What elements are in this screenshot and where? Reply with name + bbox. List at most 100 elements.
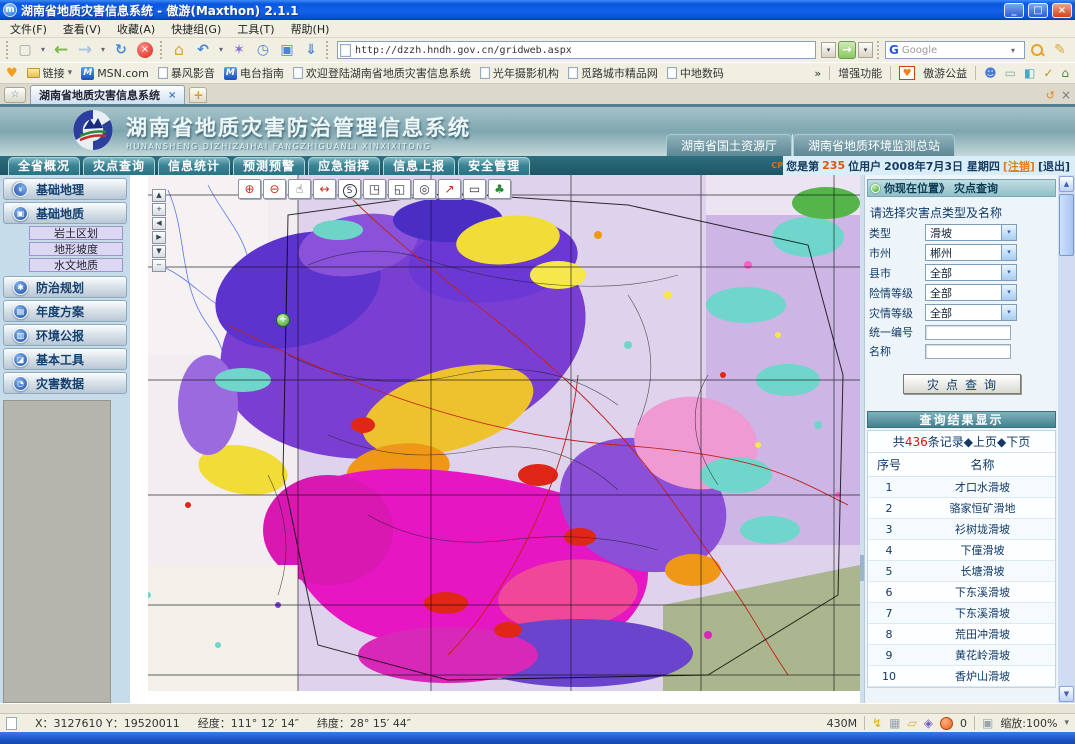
close-button[interactable]: × bbox=[1052, 3, 1072, 18]
table-row[interactable]: 1才口水滑坡 bbox=[868, 477, 1055, 498]
page-scrollbar[interactable]: ▲ ▼ bbox=[1058, 175, 1075, 703]
search-box[interactable]: G Google ▾ bbox=[885, 41, 1025, 59]
table-row[interactable]: 10香炉山滑坡 bbox=[868, 666, 1055, 687]
address-bar[interactable]: http://dzzh.hndh.gov.cn/gridweb.aspx bbox=[337, 41, 816, 59]
select-rect-button[interactable]: ◱ bbox=[388, 179, 411, 199]
sidebar-item-disaster-data[interactable]: ◔ 灾害数据 bbox=[3, 372, 127, 394]
nav-tab-disaster-query[interactable]: 灾点查询 bbox=[83, 157, 155, 175]
exit-link[interactable]: [退出] bbox=[1038, 158, 1070, 174]
new-page-dropdown-icon[interactable]: ▾ bbox=[38, 40, 48, 60]
layer-tree-button[interactable]: ♣ bbox=[488, 179, 511, 199]
window-panel-icon[interactable]: ▣ bbox=[276, 40, 298, 60]
name-input[interactable] bbox=[925, 344, 1011, 359]
bookmark-guangnian[interactable]: 光年摄影机构 bbox=[480, 65, 559, 81]
flash-icon[interactable]: ↯ bbox=[872, 716, 882, 730]
query-button[interactable]: 灾点查询 bbox=[903, 374, 1021, 394]
link-geo-monitoring[interactable]: 湖南省地质环境监测总站 bbox=[793, 134, 955, 156]
link-land-resources[interactable]: 湖南省国土资源厅 bbox=[666, 134, 792, 156]
signature-icon[interactable]: ✓ bbox=[1043, 66, 1053, 80]
pan-left-button[interactable]: ◀ bbox=[152, 217, 166, 230]
tabbar-close-icon[interactable]: × bbox=[1061, 88, 1071, 102]
next-page-link[interactable]: ◆下页 bbox=[997, 433, 1030, 450]
bookmark-zhongdi[interactable]: 中地数码 bbox=[667, 65, 724, 81]
toolbar-grip[interactable] bbox=[6, 41, 10, 59]
scroll-down-button[interactable]: ▼ bbox=[1059, 686, 1074, 702]
logout-link[interactable]: [注销] bbox=[1003, 158, 1035, 174]
zoom-out-button[interactable]: ⊖ bbox=[263, 179, 286, 199]
menu-file[interactable]: 文件(F) bbox=[10, 21, 47, 37]
scroll-up-button[interactable]: ▲ bbox=[1059, 176, 1074, 192]
nav-tab-emergency[interactable]: 应急指挥 bbox=[308, 157, 380, 175]
blocked-counter-icon[interactable] bbox=[940, 717, 953, 730]
history-clock-icon[interactable]: ◷ bbox=[252, 40, 274, 60]
chevron-down-icon[interactable]: ▾ bbox=[1001, 285, 1016, 300]
zoom-select-button[interactable]: ◎ bbox=[413, 179, 436, 199]
chevron-down-icon[interactable]: ▾ bbox=[1001, 305, 1016, 320]
table-row[interactable]: 4下僮滑坡 bbox=[868, 540, 1055, 561]
measure-line-button[interactable]: ↗ bbox=[438, 179, 461, 199]
sidebar-item-basic-geology[interactable]: ▣ 基础地质 bbox=[3, 202, 127, 224]
measure-distance-button[interactable]: ↔ bbox=[313, 179, 336, 199]
sidebar-item-env-bulletin[interactable]: ▥ 环境公报 bbox=[3, 324, 127, 346]
highlighter-icon[interactable]: ✎ bbox=[1049, 40, 1071, 60]
back-icon[interactable]: ← bbox=[50, 40, 72, 60]
zoom-pages-icon[interactable]: ▣ bbox=[982, 716, 993, 730]
sub-item-rock-zoning[interactable]: 岩土区划 bbox=[29, 226, 123, 240]
go-button[interactable]: → bbox=[838, 41, 856, 59]
zoom-dropdown-icon[interactable]: ▾ bbox=[1064, 718, 1069, 728]
bookmark-milu[interactable]: 觅路城市精品网 bbox=[568, 65, 658, 81]
menu-view[interactable]: 查看(V) bbox=[63, 21, 101, 37]
search-icon[interactable] bbox=[1031, 44, 1043, 56]
table-row[interactable]: 8荒田冲滑坡 bbox=[868, 624, 1055, 645]
site-icon[interactable]: ⌂ bbox=[1061, 66, 1069, 80]
city-select[interactable]: 郴州▾ bbox=[925, 244, 1017, 261]
forward-icon[interactable]: → bbox=[74, 40, 96, 60]
sidebar-item-annual-plan[interactable]: ▤ 年度方案 bbox=[3, 300, 127, 322]
new-tab-button[interactable]: + bbox=[189, 87, 207, 103]
bookmarks-overflow[interactable]: » bbox=[814, 67, 821, 80]
undo-icon[interactable]: ↶ bbox=[192, 40, 214, 60]
favorites-star-button[interactable]: ☆ bbox=[4, 87, 26, 103]
sidebar-item-prevention-plan[interactable]: ✱ 防治规划 bbox=[3, 276, 127, 298]
printer-icon[interactable]: ▦ bbox=[889, 716, 900, 730]
table-row[interactable]: 2骆家恒矿滑地 bbox=[868, 498, 1055, 519]
filler-wand-icon[interactable]: ✶ bbox=[228, 40, 250, 60]
go-dropdown-button[interactable]: ▾ bbox=[858, 42, 873, 58]
home-icon[interactable]: ⌂ bbox=[168, 40, 190, 60]
restore-button[interactable]: □ bbox=[1028, 3, 1048, 18]
table-row[interactable]: 5长塘滑坡 bbox=[868, 561, 1055, 582]
download-icon[interactable]: ⇓ bbox=[300, 40, 322, 60]
sub-item-terrain-slope[interactable]: 地形坡度 bbox=[29, 242, 123, 256]
menu-tools[interactable]: 工具(T) bbox=[237, 21, 274, 37]
menu-favorites[interactable]: 收藏(A) bbox=[117, 21, 155, 37]
map-marker-icon[interactable]: + bbox=[276, 313, 290, 327]
sub-item-hydrogeology[interactable]: 水文地质 bbox=[29, 258, 123, 272]
bookmark-hunan-geo[interactable]: 欢迎登陆湖南省地质灾害信息系统 bbox=[293, 65, 471, 81]
disaster-level-select[interactable]: 全部▾ bbox=[925, 304, 1017, 321]
county-select[interactable]: 全部▾ bbox=[925, 264, 1017, 281]
chevron-down-icon[interactable]: ▾ bbox=[1001, 225, 1016, 240]
table-row[interactable]: 6下东溪滑坡 bbox=[868, 582, 1055, 603]
reopen-tab-icon[interactable]: ↺ bbox=[1046, 89, 1055, 102]
bookmark-msn[interactable]: MMSN.com bbox=[81, 67, 149, 80]
scrollbar-thumb[interactable] bbox=[1059, 194, 1074, 256]
window-titlebar[interactable]: m 湖南省地质灾害信息系统 - 傲游(Maxthon) 2.1.1 _ □ × bbox=[0, 0, 1075, 20]
note-icon[interactable]: ◧ bbox=[1024, 66, 1035, 80]
history-dropdown-icon[interactable]: ▾ bbox=[98, 40, 108, 60]
chevron-down-icon[interactable]: ▾ bbox=[1001, 265, 1016, 280]
zoom-level[interactable]: 缩放:100% bbox=[1000, 715, 1057, 731]
undo-dropdown-icon[interactable]: ▾ bbox=[216, 40, 226, 60]
url-dropdown-button[interactable]: ▾ bbox=[821, 42, 836, 58]
pan-down-button[interactable]: ▼ bbox=[152, 245, 166, 258]
menu-help[interactable]: 帮助(H) bbox=[291, 21, 330, 37]
zoom-plus-button[interactable]: + bbox=[152, 203, 166, 216]
tab-active[interactable]: 湖南省地质灾害信息系统 × bbox=[30, 85, 185, 104]
gem-icon[interactable]: ◈ bbox=[924, 716, 933, 730]
pan-right-button[interactable]: ▶ bbox=[152, 231, 166, 244]
search-dropdown-icon[interactable]: ▾ bbox=[1011, 46, 1021, 55]
minimize-button[interactable]: _ bbox=[1004, 3, 1024, 18]
charity-heart-icon[interactable]: ♥ bbox=[899, 66, 915, 80]
zoom-window-button[interactable]: ◳ bbox=[363, 179, 386, 199]
chevron-down-icon[interactable]: ▾ bbox=[1001, 245, 1016, 260]
search-input[interactable]: Google bbox=[902, 45, 1008, 56]
